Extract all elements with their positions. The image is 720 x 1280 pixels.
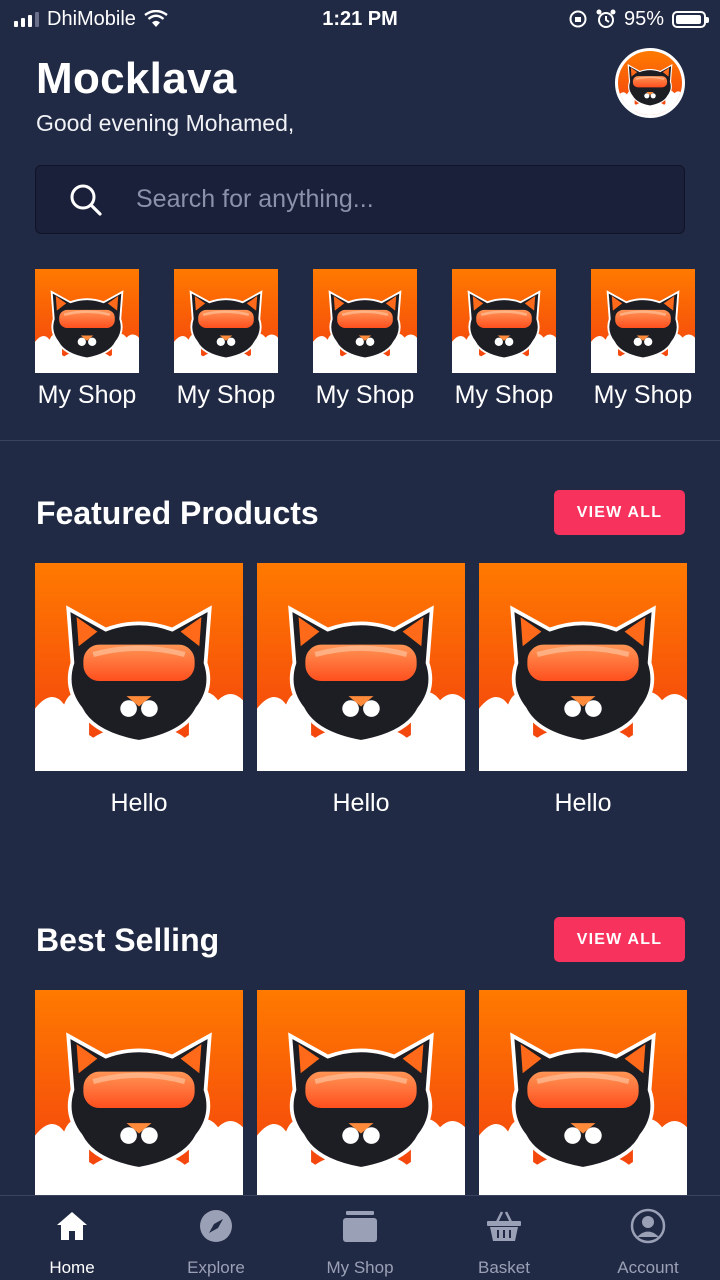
nav-label: Basket [478,1258,530,1277]
nav-explore[interactable]: Explore [144,1196,288,1280]
product-image [257,990,465,1198]
best-selling-grid [35,990,687,1198]
basket-icon [487,1211,521,1241]
signal-icon [14,11,39,27]
featured-view-all-button[interactable]: VIEW ALL [554,490,685,535]
battery-icon [672,10,709,28]
compass-icon [200,1210,232,1242]
shop-logo-image [313,269,417,373]
product-name: Hello [332,789,390,817]
product-card[interactable]: Hello [257,563,465,818]
greeting-text: Good evening Mohamed, [36,110,295,136]
shop-item[interactable]: My Shop [174,269,278,419]
best-selling-view-all-button[interactable]: VIEW ALL [554,917,685,962]
battery-percent: 95% [623,7,664,30]
divider [0,440,720,441]
shop-label: My Shop [593,381,693,409]
shop-logo-image [591,269,695,373]
shop-label: My Shop [176,381,276,409]
alarm-icon [596,9,616,28]
shop-icon [343,1211,377,1242]
shop-item[interactable]: My Shop [452,269,556,419]
avatar[interactable] [615,48,685,118]
product-image [35,990,243,1198]
nav-label: Explore [187,1258,245,1277]
home-icon [57,1212,87,1240]
product-name: Hello [554,789,612,817]
product-image [35,563,243,771]
product-image [257,563,465,771]
shop-label: My Shop [454,381,554,409]
shop-logo-image [35,269,139,373]
search-icon [70,184,102,216]
best-selling-title: Best Selling [36,922,220,958]
shop-label: My Shop [37,381,137,409]
product-card[interactable]: Hello [479,563,687,818]
nav-label: Home [49,1258,95,1277]
app-title: Mocklava [36,54,237,103]
wifi-icon [144,10,168,27]
shop-logo-image [174,269,278,373]
shops-carousel[interactable]: My Shop My Shop My Shop My Shop My Shop [35,269,720,419]
search-input[interactable]: Search for anything... [35,165,685,234]
shop-item[interactable]: My Shop [591,269,695,419]
nav-label: Account [617,1258,679,1277]
carrier-name: DhiMobile [47,7,136,30]
product-card[interactable]: Hello [35,563,243,818]
account-icon [630,1208,666,1244]
nav-account[interactable]: Account [576,1196,720,1280]
shop-logo-image [452,269,556,373]
featured-products-grid: Hello Hello Hello [35,563,687,818]
bottom-nav: Home Explore My Shop Basket Account [0,1195,720,1280]
nav-basket[interactable]: Basket [432,1196,576,1280]
nav-home[interactable]: Home [0,1196,144,1280]
product-card[interactable] [479,990,687,1198]
shop-item[interactable]: My Shop [35,269,139,419]
shop-item[interactable]: My Shop [313,269,417,419]
featured-products-title: Featured Products [36,495,319,531]
product-name: Hello [110,789,168,817]
status-bar: DhiMobile 1:21 PM 95% [0,0,720,38]
rotation-lock-icon [569,10,587,28]
search-placeholder: Search for anything... [136,185,374,213]
nav-my-shop[interactable]: My Shop [288,1196,432,1280]
product-image [479,990,687,1198]
product-image [479,563,687,771]
nav-label: My Shop [326,1258,394,1277]
product-card[interactable] [257,990,465,1198]
product-card[interactable] [35,990,243,1198]
shop-label: My Shop [315,381,415,409]
